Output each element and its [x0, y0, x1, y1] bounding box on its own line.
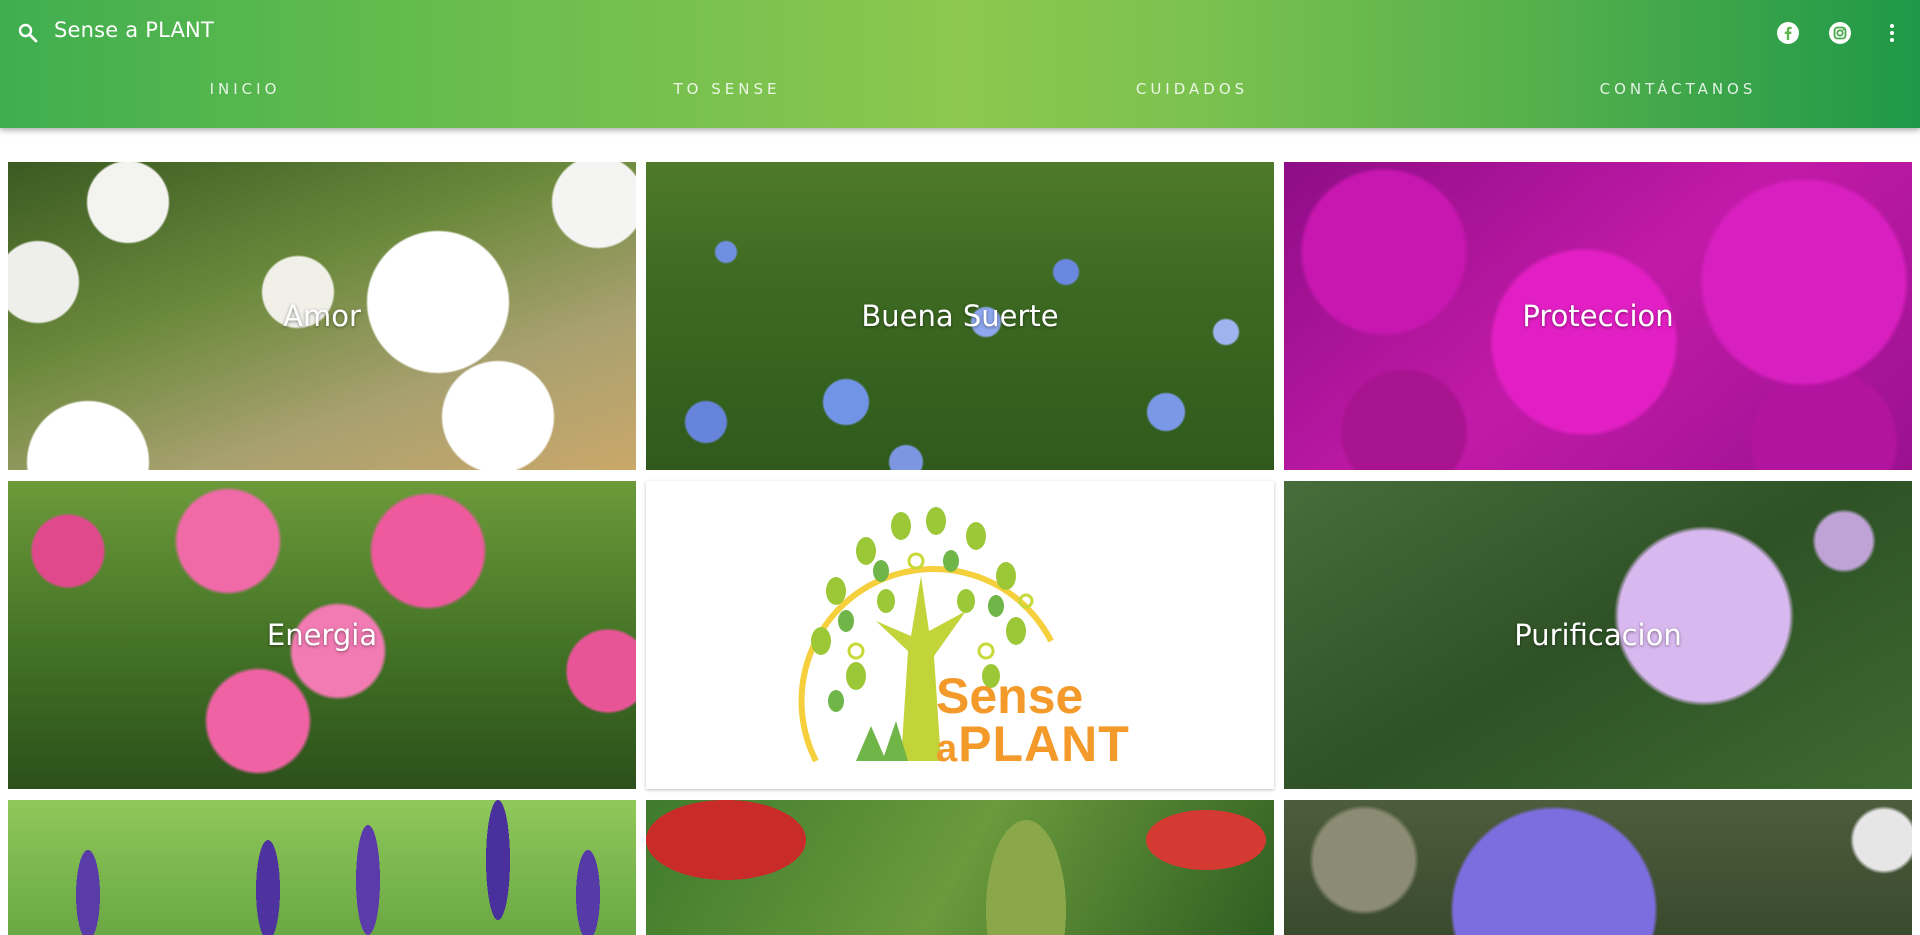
- more-vert-icon[interactable]: [1880, 20, 1904, 46]
- tile-lavanda-image[interactable]: [8, 800, 636, 935]
- tile-label-amor: Amor: [283, 299, 361, 333]
- tab-cuidados[interactable]: CUIDADOS: [1136, 80, 1248, 98]
- app-bar: Sense a PLANT INICIO TO SENSE CUIDADOS C…: [0, 0, 1920, 128]
- tile-drosera-image[interactable]: [646, 800, 1274, 935]
- tile-label-energia: Energia: [266, 618, 378, 652]
- app-title: Sense a PLANT: [54, 18, 214, 42]
- tile-label-buena-suerte: Buena Suerte: [861, 299, 1059, 333]
- tab-contactanos[interactable]: CONTÁCTANOS: [1600, 80, 1757, 98]
- tile-energia[interactable]: Energia: [8, 481, 636, 789]
- logo-tile: Sense aPLANT: [646, 481, 1274, 789]
- nav-tabs: INICIO TO SENSE CUIDADOS CONTÁCTANOS: [0, 70, 1920, 106]
- logo-text-plant: aPLANT: [936, 715, 1130, 773]
- tab-inicio[interactable]: INICIO: [210, 80, 281, 98]
- logo-text-a: a: [936, 728, 959, 770]
- tile-buena-suerte[interactable]: Buena Suerte: [646, 162, 1274, 470]
- tile-alcachofa-image[interactable]: [1284, 800, 1912, 935]
- tile-purificacion[interactable]: Purificacion: [1284, 481, 1912, 789]
- tile-label-purificacion: Purificacion: [1514, 618, 1682, 652]
- tile-proteccion[interactable]: Proteccion: [1284, 162, 1912, 470]
- search-icon[interactable]: [16, 21, 40, 45]
- facebook-icon[interactable]: [1776, 20, 1800, 46]
- tile-amor[interactable]: Amor: [8, 162, 636, 470]
- tab-to-sense[interactable]: TO SENSE: [674, 80, 781, 98]
- instagram-icon[interactable]: [1828, 20, 1852, 46]
- logo-text-plant-word: PLANT: [958, 716, 1130, 772]
- tile-label-proteccion: Proteccion: [1522, 299, 1674, 333]
